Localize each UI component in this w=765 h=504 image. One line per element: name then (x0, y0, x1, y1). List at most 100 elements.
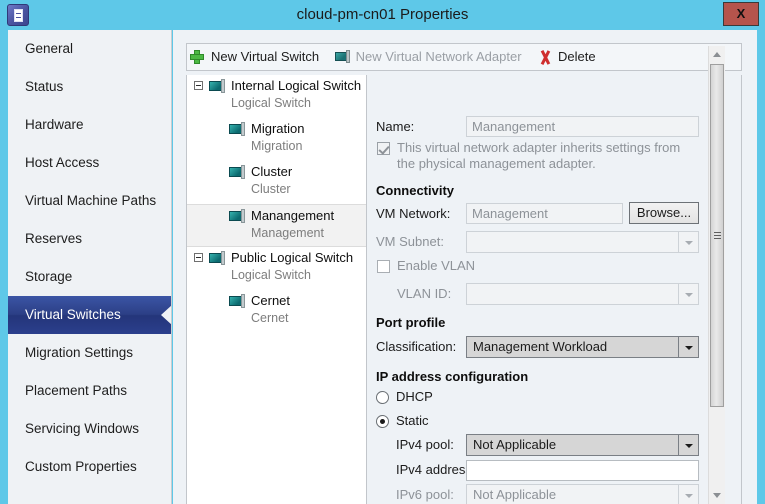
sidebar-item-reserves[interactable]: Reserves (8, 220, 171, 258)
ipv6-pool-label: IPv6 pool: (396, 487, 454, 502)
tree-row[interactable]: Public Logical Switch Logical Switch (187, 247, 366, 290)
ipv6-pool-combo[interactable]: Not Applicable (466, 484, 699, 504)
tree-row[interactable]: Cluster Cluster (187, 161, 366, 204)
network-adapter-icon (209, 78, 227, 94)
tree-item-subtitle: Migration (251, 139, 302, 153)
delete-label: Delete (558, 49, 596, 64)
delete-button[interactable]: Delete (534, 44, 604, 70)
vm-network-label: VM Network: (376, 206, 450, 221)
new-virtual-network-adapter-label: New Virtual Network Adapter (356, 49, 522, 64)
tree-item-subtitle: Management (251, 226, 324, 240)
inherit-settings-label: This virtual network adapter inherits se… (397, 140, 697, 172)
tree-item-title: Migration (251, 121, 304, 136)
inherit-settings-checkbox[interactable] (377, 142, 390, 155)
ipv4-pool-combo[interactable]: Not Applicable (466, 434, 699, 456)
chevron-down-icon (678, 232, 698, 252)
tree-item-title: Internal Logical Switch (231, 78, 361, 93)
scroll-down-button[interactable] (709, 487, 725, 504)
page-title: cloud-pm-cn01 Properties (0, 0, 765, 30)
static-radio[interactable] (376, 415, 389, 428)
classification-value: Management Workload (473, 339, 607, 354)
classification-combo[interactable]: Management Workload (466, 336, 699, 358)
ipv4-address-label: IPv4 address: (396, 462, 476, 477)
sidebar-item-custom-properties[interactable]: Custom Properties (8, 448, 171, 486)
tree-item-subtitle: Logical Switch (231, 268, 311, 282)
content-pane: New Virtual Switch New Virtual Network A… (173, 30, 757, 504)
title-bar: cloud-pm-cn01 Properties X (0, 0, 765, 30)
ipv4-pool-value: Not Applicable (473, 437, 556, 452)
ipv6-pool-value: Not Applicable (473, 487, 556, 502)
adapter-settings-form: Name: Manangement This virtual network a… (367, 75, 742, 504)
port-profile-heading: Port profile (376, 315, 445, 330)
sidebar-item-virtual-switches[interactable]: Virtual Switches (8, 296, 171, 334)
form-scrollbar[interactable] (708, 46, 725, 504)
sidebar-item-hardware[interactable]: Hardware (8, 106, 171, 144)
sidebar: General Status Hardware Host Access Virt… (8, 30, 172, 504)
classification-label: Classification: (376, 339, 456, 354)
vm-network-field[interactable]: Management (466, 203, 623, 224)
sidebar-item-placement-paths[interactable]: Placement Paths (8, 372, 171, 410)
sidebar-item-host-access[interactable]: Host Access (8, 144, 171, 182)
tree-item-title: Cluster (251, 164, 292, 179)
chevron-down-icon (678, 284, 698, 304)
enable-vlan-checkbox[interactable] (377, 260, 390, 273)
sidebar-item-virtual-machine-paths[interactable]: Virtual Machine Paths (8, 182, 171, 220)
tree-row[interactable]: Migration Migration (187, 118, 366, 161)
network-adapter-icon (229, 208, 247, 224)
sidebar-item-servicing-windows[interactable]: Servicing Windows (8, 410, 171, 448)
tree-item-subtitle: Cernet (251, 311, 289, 325)
network-adapter-icon (229, 164, 247, 180)
ip-config-heading: IP address configuration (376, 369, 528, 384)
dhcp-label: DHCP (396, 389, 433, 404)
vlan-id-combo[interactable] (466, 283, 699, 305)
toolbar: New Virtual Switch New Virtual Network A… (186, 43, 742, 71)
inherit-settings-line2: physical management adapter. (419, 156, 596, 171)
scroll-up-button[interactable] (709, 46, 725, 63)
sidebar-item-label: Virtual Switches (25, 307, 121, 322)
enable-vlan-label: Enable VLAN (397, 258, 475, 273)
tree-item-title: Manangement (251, 208, 334, 223)
ipv4-address-field[interactable] (466, 460, 699, 481)
virtual-switch-tree: Internal Logical Switch Logical Switch M… (186, 75, 367, 504)
sidebar-item-general[interactable]: General (8, 30, 171, 68)
tree-item-subtitle: Logical Switch (231, 96, 311, 110)
tree-item-title: Cernet (251, 293, 290, 308)
sidebar-item-status[interactable]: Status (8, 68, 171, 106)
properties-dialog: cloud-pm-cn01 Properties X General Statu… (0, 0, 765, 504)
sidebar-item-storage[interactable]: Storage (8, 258, 171, 296)
chevron-down-icon (678, 435, 698, 455)
collapse-expander-icon[interactable] (194, 81, 203, 90)
close-button[interactable]: X (723, 2, 759, 26)
tree-row[interactable]: Internal Logical Switch Logical Switch (187, 75, 366, 118)
dhcp-radio[interactable] (376, 391, 389, 404)
network-adapter-icon (334, 44, 352, 70)
green-plus-icon (189, 44, 207, 70)
ipv4-pool-label: IPv4 pool: (396, 437, 454, 452)
tree-item-title: Public Logical Switch (231, 250, 353, 265)
scrollbar-thumb[interactable] (710, 64, 724, 407)
tree-item-subtitle: Cluster (251, 182, 291, 196)
new-virtual-switch-button[interactable]: New Virtual Switch (187, 44, 327, 70)
tree-row-selected[interactable]: Manangement Management (187, 204, 366, 247)
connectivity-heading: Connectivity (376, 183, 454, 198)
vm-subnet-label: VM Subnet: (376, 234, 444, 249)
selection-chevron-icon (161, 305, 172, 325)
chevron-down-icon (678, 485, 698, 504)
tree-row[interactable]: Cernet Cernet (187, 290, 366, 333)
vlan-id-label: VLAN ID: (397, 286, 451, 301)
vm-subnet-combo[interactable] (466, 231, 699, 253)
new-virtual-switch-label: New Virtual Switch (211, 49, 319, 64)
name-label: Name: (376, 119, 414, 134)
static-label: Static (396, 413, 429, 428)
red-x-icon (536, 44, 554, 70)
sidebar-item-migration-settings[interactable]: Migration Settings (8, 334, 171, 372)
collapse-expander-icon[interactable] (194, 253, 203, 262)
browse-button[interactable]: Browse... (629, 202, 699, 224)
grip-lines-icon (714, 232, 721, 240)
network-adapter-icon (209, 250, 227, 266)
name-field[interactable]: Manangement (466, 116, 699, 137)
network-adapter-icon (229, 293, 247, 309)
new-virtual-network-adapter-button[interactable]: New Virtual Network Adapter (332, 44, 530, 70)
chevron-down-icon (678, 337, 698, 357)
network-adapter-icon (229, 121, 247, 137)
